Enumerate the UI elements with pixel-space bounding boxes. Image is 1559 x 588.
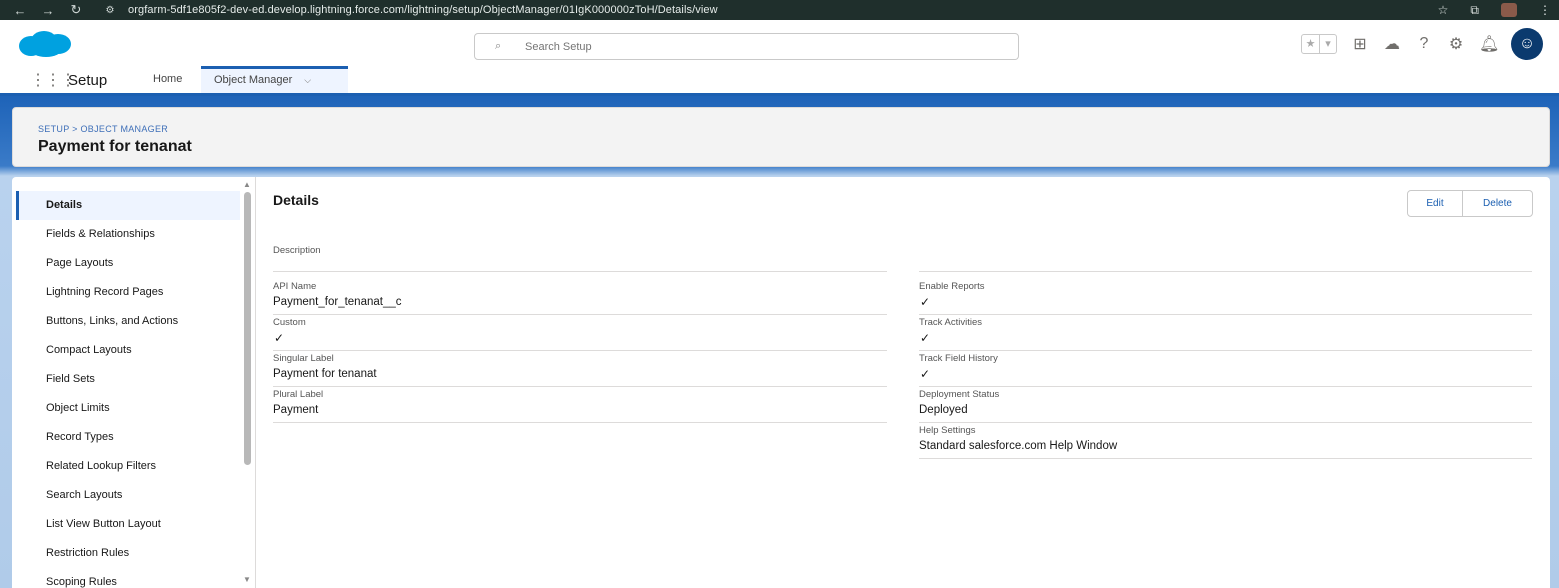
field-track-field-history: Track Field History ✓ — [919, 351, 1532, 387]
extensions-icon[interactable]: ⧉ — [1470, 3, 1479, 18]
checkmark-icon: ✓ — [920, 331, 931, 345]
trailhead-icon[interactable]: ☁ — [1383, 34, 1401, 54]
search-icon: ⌕ — [495, 40, 502, 52]
field-value: Payment for tenanat — [273, 368, 377, 380]
field-value: Deployed — [919, 404, 968, 416]
search-input[interactable] — [525, 40, 1005, 53]
browser-menu-icon[interactable]: ⋮ — [1539, 3, 1551, 17]
details-heading: Details — [273, 192, 319, 208]
object-sidebar-nav: Details Fields & Relationships Page Layo… — [12, 177, 256, 588]
header-utility-icons: ★ ▾ ⊞ ☁ ? ⚙ 🔔︎ ☺ — [1301, 28, 1543, 60]
sidebar-item-buttons-links-actions[interactable]: Buttons, Links, and Actions — [16, 307, 240, 336]
delete-button[interactable]: Delete — [1463, 191, 1532, 216]
page-title: Payment for tenanat — [38, 138, 192, 155]
breadcrumb[interactable]: SETUP > OBJECT MANAGER — [38, 124, 168, 134]
sidebar-item-record-types[interactable]: Record Types — [16, 423, 240, 452]
field-label: Singular Label — [273, 353, 334, 364]
edit-button[interactable]: Edit — [1408, 191, 1463, 216]
favorites-dropdown-icon[interactable]: ▾ — [1319, 35, 1336, 53]
context-navigation-bar: ⋮⋮⋮ Setup Home Object Manager ⌵ — [0, 66, 1559, 96]
field-label: Plural Label — [273, 389, 324, 400]
back-arrow-icon[interactable]: ← — [6, 3, 34, 18]
sidebar-item-field-sets[interactable]: Field Sets — [16, 365, 240, 394]
search-setup-box[interactable]: ⌕ — [474, 33, 1019, 60]
gear-icon[interactable]: ⚙ — [1447, 34, 1465, 54]
browser-toolbar: ← → ↻ ⚙ orgfarm-5df1e805f2-dev-ed.develo… — [0, 0, 1559, 20]
field-enable-reports: Enable Reports ✓ — [919, 279, 1532, 315]
details-panel: Details Edit Delete Description API Name… — [257, 177, 1550, 588]
scroll-down-arrow-icon[interactable]: ▼ — [243, 575, 251, 584]
field-value: Payment_for_tenanat__c — [273, 296, 402, 308]
field-value: Standard salesforce.com Help Window — [919, 440, 1118, 452]
description-label: Description — [273, 245, 321, 256]
details-action-buttons: Edit Delete — [1407, 190, 1533, 217]
checkmark-icon: ✓ — [920, 295, 931, 309]
sidebar-item-restriction-rules[interactable]: Restriction Rules — [16, 539, 240, 568]
field-plural-label: Plural Label Payment — [273, 387, 887, 423]
field-api-name: API Name Payment_for_tenanat__c — [273, 279, 887, 315]
bookmark-star-icon[interactable]: ☆ — [1438, 3, 1449, 17]
sidebar-item-fields-relationships[interactable]: Fields & Relationships — [16, 220, 240, 249]
global-header: ⌕ ★ ▾ ⊞ ☁ ? ⚙ 🔔︎ ☺ — [0, 20, 1559, 66]
tab-home[interactable]: Home — [153, 66, 182, 93]
checkmark-icon: ✓ — [274, 331, 285, 345]
browser-profile-avatar[interactable] — [1501, 3, 1517, 17]
object-page-header: SETUP > OBJECT MANAGER Payment for tenan… — [12, 107, 1550, 167]
sidebar-item-compact-layouts[interactable]: Compact Layouts — [16, 336, 240, 365]
sidebar-item-page-layouts[interactable]: Page Layouts — [16, 249, 240, 278]
forward-arrow-icon[interactable]: → — [34, 3, 62, 18]
sidebar-scrollbar-thumb[interactable] — [244, 192, 251, 465]
field-label: Enable Reports — [919, 281, 985, 292]
sidebar-item-related-lookup-filters[interactable]: Related Lookup Filters — [16, 452, 240, 481]
notifications-bell-icon[interactable]: 🔔︎ — [1479, 34, 1499, 54]
sidebar-item-scoping-rules[interactable]: Scoping Rules — [16, 568, 240, 588]
tab-object-manager[interactable]: Object Manager ⌵ — [201, 66, 348, 93]
user-avatar[interactable]: ☺ — [1511, 28, 1543, 60]
help-icon[interactable]: ? — [1415, 35, 1433, 53]
salesforce-logo[interactable] — [16, 30, 74, 58]
sidebar-item-list-view-button-layout[interactable]: List View Button Layout — [16, 510, 240, 539]
address-bar[interactable]: orgfarm-5df1e805f2-dev-ed.develop.lightn… — [128, 4, 718, 16]
favorites-group: ★ ▾ — [1301, 34, 1337, 54]
global-actions-icon[interactable]: ⊞ — [1351, 34, 1369, 54]
app-name: Setup — [68, 72, 108, 89]
field-label: API Name — [273, 281, 317, 292]
field-label: Custom — [273, 317, 306, 328]
checkmark-icon: ✓ — [920, 367, 931, 381]
field-label: Deployment Status — [919, 389, 1000, 400]
sidebar-item-lightning-record-pages[interactable]: Lightning Record Pages — [16, 278, 240, 307]
description-field: Description — [273, 235, 1532, 272]
field-singular-label: Singular Label Payment for tenanat — [273, 351, 887, 387]
browser-actions: ☆ ⧉ ⋮ — [1438, 0, 1551, 20]
chevron-down-icon[interactable]: ⌵ — [304, 75, 311, 85]
reload-icon[interactable]: ↻ — [62, 2, 90, 18]
tab-object-manager-label: Object Manager — [214, 74, 293, 86]
field-deployment-status: Deployment Status Deployed — [919, 387, 1532, 423]
field-custom: Custom ✓ — [273, 315, 887, 351]
divider — [273, 271, 887, 272]
object-manager-main-card: Details Fields & Relationships Page Layo… — [12, 177, 1550, 588]
divider — [919, 271, 1532, 272]
field-label: Track Field History — [919, 353, 998, 364]
site-info-icon[interactable]: ⚙ — [100, 5, 120, 16]
sidebar-item-details[interactable]: Details — [16, 191, 240, 220]
field-label: Track Activities — [919, 317, 982, 328]
field-value: Payment — [273, 404, 319, 416]
field-help-settings: Help Settings Standard salesforce.com He… — [919, 423, 1532, 459]
sidebar-item-object-limits[interactable]: Object Limits — [16, 394, 240, 423]
scroll-up-arrow-icon[interactable]: ▲ — [243, 180, 251, 189]
favorite-star-icon[interactable]: ★ — [1302, 35, 1319, 53]
field-label: Help Settings — [919, 425, 976, 436]
field-track-activities: Track Activities ✓ — [919, 315, 1532, 351]
sidebar-item-search-layouts[interactable]: Search Layouts — [16, 481, 240, 510]
